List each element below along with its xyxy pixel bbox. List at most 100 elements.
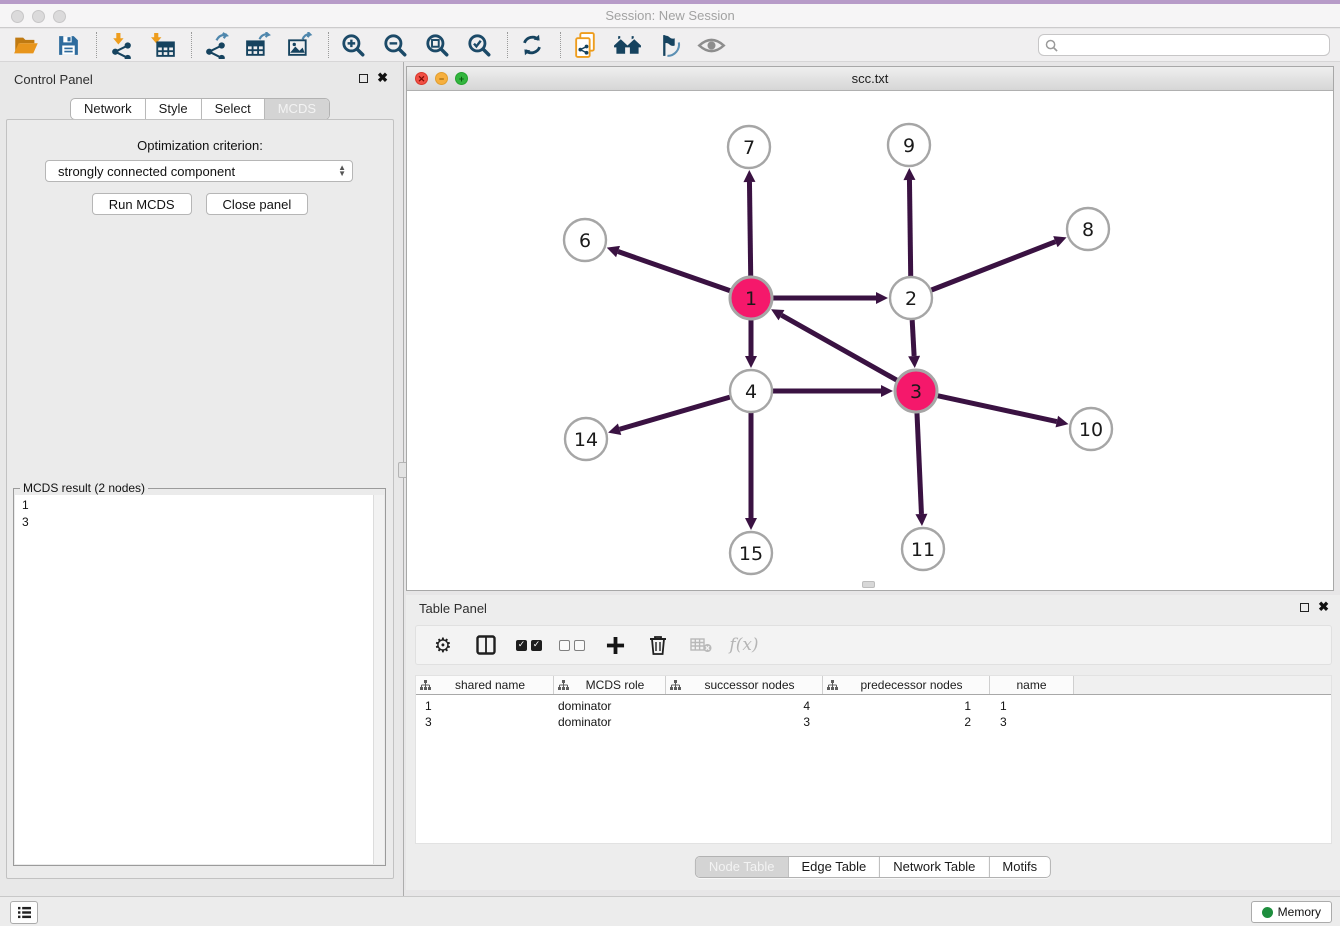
cell-mcds-role[interactable]: dominator bbox=[554, 698, 666, 714]
search-box[interactable] bbox=[1038, 34, 1330, 56]
control-panel: Control Panel ✖ Network Style Select MCD… bbox=[0, 62, 400, 896]
result-scrollbar[interactable] bbox=[373, 495, 384, 864]
graph-node-11[interactable]: 11 bbox=[902, 528, 944, 570]
close-table-panel-icon[interactable]: ✖ bbox=[1318, 599, 1329, 615]
graph-node-3[interactable]: 3 bbox=[895, 370, 937, 412]
select-all-icon[interactable]: ✓✓ bbox=[516, 632, 542, 658]
network-window-titlebar[interactable]: ✕ − + scc.txt bbox=[407, 67, 1333, 91]
network-view-window: ✕ − + scc.txt 7 9 6 8 1 2 4 3 14 10 15 11 bbox=[406, 66, 1334, 591]
graph-edge-2-8[interactable] bbox=[931, 242, 1055, 290]
graph-edge-2-3[interactable] bbox=[912, 320, 914, 356]
cell-predecessor-nodes[interactable]: 1 bbox=[823, 698, 990, 714]
column-header-shared-name[interactable]: shared name bbox=[416, 676, 554, 694]
network-zoom-button[interactable]: + bbox=[455, 72, 468, 85]
delete-column-icon[interactable] bbox=[645, 632, 671, 658]
tab-network-table[interactable]: Network Table bbox=[879, 857, 988, 877]
deselect-all-icon[interactable] bbox=[559, 632, 585, 658]
cell-name[interactable]: 1 bbox=[990, 698, 1074, 714]
status-bar: Memory bbox=[0, 896, 1340, 926]
run-mcds-button[interactable]: Run MCDS bbox=[92, 193, 192, 215]
mcds-result-list[interactable]: 1 3 bbox=[15, 495, 384, 864]
task-history-button[interactable] bbox=[10, 901, 38, 924]
column-header-name[interactable]: name bbox=[990, 676, 1074, 694]
criterion-select[interactable]: strongly connected component ▲▼ bbox=[45, 160, 353, 182]
network-canvas[interactable]: 7 9 6 8 1 2 4 3 14 10 15 11 bbox=[407, 91, 1333, 590]
export-network-icon[interactable] bbox=[200, 30, 232, 60]
graph-edge-2-9[interactable] bbox=[909, 180, 910, 276]
import-table-icon[interactable] bbox=[147, 30, 179, 60]
close-panel-icon[interactable]: ✖ bbox=[377, 70, 388, 86]
graph-node-1[interactable]: 1 bbox=[730, 277, 772, 319]
graphics-details-icon[interactable] bbox=[653, 30, 685, 60]
minimize-window-button[interactable] bbox=[32, 10, 45, 23]
table-row[interactable]: 3 dominator 3 2 3 bbox=[416, 714, 1331, 730]
function-builder-icon[interactable]: f(x) bbox=[731, 632, 757, 658]
column-header-successor-nodes[interactable]: successor nodes bbox=[666, 676, 823, 694]
graph-edge-3-10[interactable] bbox=[937, 396, 1056, 422]
graph-edge-3-11[interactable] bbox=[917, 413, 921, 514]
cell-shared-name[interactable]: 3 bbox=[416, 714, 554, 730]
network-window-title: scc.txt bbox=[407, 67, 1333, 90]
clone-network-icon[interactable] bbox=[569, 30, 601, 60]
graph-edge-3-1[interactable] bbox=[781, 315, 896, 380]
search-input[interactable] bbox=[1062, 38, 1323, 52]
mcds-panel: Optimization criterion: strongly connect… bbox=[6, 119, 394, 879]
add-column-icon[interactable] bbox=[602, 632, 628, 658]
cell-predecessor-nodes[interactable]: 2 bbox=[823, 714, 990, 730]
tab-node-table[interactable]: Node Table bbox=[696, 857, 788, 877]
settings-gear-icon[interactable]: ⚙ bbox=[430, 632, 456, 658]
zoom-out-icon[interactable] bbox=[379, 30, 411, 60]
export-image-icon[interactable] bbox=[284, 30, 316, 60]
toggle-panes-icon[interactable] bbox=[473, 632, 499, 658]
cell-mcds-role[interactable]: dominator bbox=[554, 714, 666, 730]
graph-node-7[interactable]: 7 bbox=[728, 126, 770, 168]
graph-edge-1-6[interactable] bbox=[618, 252, 730, 291]
tab-select[interactable]: Select bbox=[201, 99, 264, 119]
open-folder-icon[interactable] bbox=[10, 30, 42, 60]
table-row[interactable]: 1 dominator 4 1 1 bbox=[416, 698, 1331, 714]
graph-node-4[interactable]: 4 bbox=[730, 370, 772, 412]
float-panel-icon[interactable] bbox=[359, 74, 368, 83]
zoom-selected-icon[interactable] bbox=[463, 30, 495, 60]
tab-style[interactable]: Style bbox=[145, 99, 201, 119]
tab-mcds[interactable]: MCDS bbox=[264, 99, 329, 119]
graph-edge-1-7[interactable] bbox=[749, 182, 750, 276]
zoom-in-icon[interactable] bbox=[337, 30, 369, 60]
graph-edge-4-14[interactable] bbox=[620, 397, 730, 429]
graph-node-14[interactable]: 14 bbox=[565, 418, 607, 460]
column-header-predecessor-nodes[interactable]: predecessor nodes bbox=[823, 676, 990, 694]
zoom-fit-icon[interactable] bbox=[421, 30, 453, 60]
eye-icon[interactable] bbox=[695, 30, 727, 60]
home-icon[interactable] bbox=[611, 30, 643, 60]
close-panel-button[interactable]: Close panel bbox=[206, 193, 309, 215]
graph-node-10[interactable]: 10 bbox=[1070, 408, 1112, 450]
close-window-button[interactable] bbox=[11, 10, 24, 23]
column-header-mcds-role[interactable]: MCDS role bbox=[554, 676, 666, 694]
export-table-icon[interactable] bbox=[242, 30, 274, 60]
import-network-icon[interactable] bbox=[105, 30, 137, 60]
network-minimize-button[interactable]: − bbox=[435, 72, 448, 85]
panel-divider bbox=[403, 62, 404, 896]
network-close-button[interactable]: ✕ bbox=[415, 72, 428, 85]
canvas-resize-handle[interactable] bbox=[862, 581, 875, 588]
tab-edge-table[interactable]: Edge Table bbox=[787, 857, 879, 877]
refresh-layout-icon[interactable] bbox=[516, 30, 548, 60]
cell-successor-nodes[interactable]: 3 bbox=[666, 714, 823, 730]
cell-shared-name[interactable]: 1 bbox=[416, 698, 554, 714]
cell-name[interactable]: 3 bbox=[990, 714, 1074, 730]
graph-node-2[interactable]: 2 bbox=[890, 277, 932, 319]
float-table-panel-icon[interactable] bbox=[1300, 603, 1309, 612]
svg-text:10: 10 bbox=[1079, 419, 1103, 441]
tab-motifs[interactable]: Motifs bbox=[988, 857, 1050, 877]
save-icon[interactable] bbox=[52, 30, 84, 60]
graph-node-8[interactable]: 8 bbox=[1067, 208, 1109, 250]
svg-text:11: 11 bbox=[911, 539, 935, 561]
tab-network[interactable]: Network bbox=[71, 99, 145, 119]
cell-successor-nodes[interactable]: 4 bbox=[666, 698, 823, 714]
graph-node-15[interactable]: 15 bbox=[730, 532, 772, 574]
graph-node-9[interactable]: 9 bbox=[888, 124, 930, 166]
graph-node-6[interactable]: 6 bbox=[564, 219, 606, 261]
memory-button[interactable]: Memory bbox=[1251, 901, 1332, 923]
zoom-window-button[interactable] bbox=[53, 10, 66, 23]
delete-table-icon[interactable] bbox=[688, 632, 714, 658]
